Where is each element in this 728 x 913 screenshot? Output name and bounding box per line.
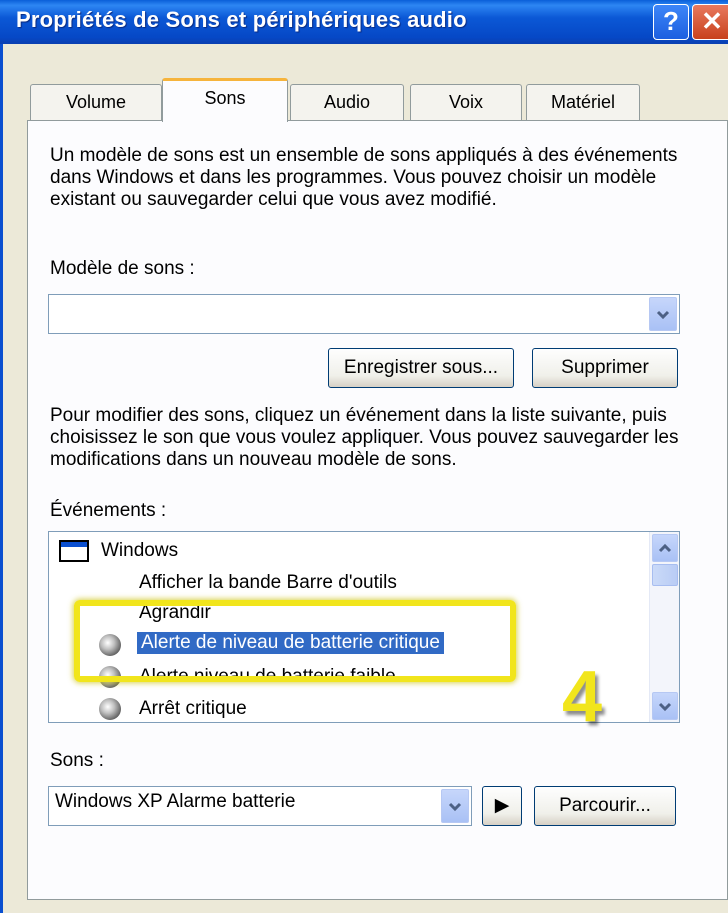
tab-voix[interactable]: Voix [410, 84, 522, 120]
close-button[interactable]: ✕ [692, 4, 728, 40]
scheme-label: Modèle de sons : [50, 258, 195, 279]
sound-value: Windows XP Alarme batterie [55, 791, 296, 812]
list-item-label: Arrêt critique [139, 698, 247, 719]
title-bar: Propriétés de Sons et périphériques audi… [0, 0, 728, 44]
window-icon [59, 540, 89, 562]
speaker-icon [99, 698, 121, 720]
tab-volume[interactable]: Volume [30, 84, 162, 120]
browse-button[interactable]: Parcourir... [534, 786, 676, 826]
scroll-up-button[interactable] [652, 534, 678, 562]
play-icon: ▶ [494, 795, 510, 816]
sound-dropdown[interactable]: Windows XP Alarme batterie [48, 786, 472, 826]
scroll-thumb[interactable] [652, 564, 678, 586]
window-title: Propriétés de Sons et périphériques audi… [16, 7, 467, 32]
group-label: Windows [101, 540, 179, 561]
delete-button[interactable]: Supprimer [532, 348, 678, 388]
events-scrollbar[interactable] [649, 532, 679, 722]
events-help-text: Pour modifier des sons, cliquez un événe… [50, 405, 679, 470]
chevron-down-icon[interactable] [649, 297, 677, 331]
list-item-group[interactable]: Windows [49, 536, 649, 566]
sounds-label: Sons : [50, 750, 104, 771]
save-as-button[interactable]: Enregistrer sous... [328, 348, 514, 388]
tab-sons[interactable]: Sons [162, 78, 288, 122]
tab-audio[interactable]: Audio [290, 84, 404, 120]
list-item-label: Afficher la bande Barre d'outils [139, 572, 397, 593]
help-button[interactable]: ? [653, 4, 689, 40]
highlight-box [74, 600, 516, 682]
list-item[interactable]: Afficher la bande Barre d'outils [49, 568, 649, 598]
tab-materiel[interactable]: Matériel [526, 84, 640, 120]
step-number: 4 [562, 657, 603, 737]
chevron-down-icon[interactable] [441, 789, 469, 823]
play-button[interactable]: ▶ [482, 786, 522, 826]
events-label: Événements : [50, 500, 167, 521]
scroll-down-button[interactable] [652, 692, 678, 720]
intro-text: Un modèle de sons est un ensemble de son… [50, 145, 678, 210]
scheme-dropdown[interactable] [48, 294, 680, 334]
list-item[interactable]: Arrêt critique [49, 694, 649, 722]
